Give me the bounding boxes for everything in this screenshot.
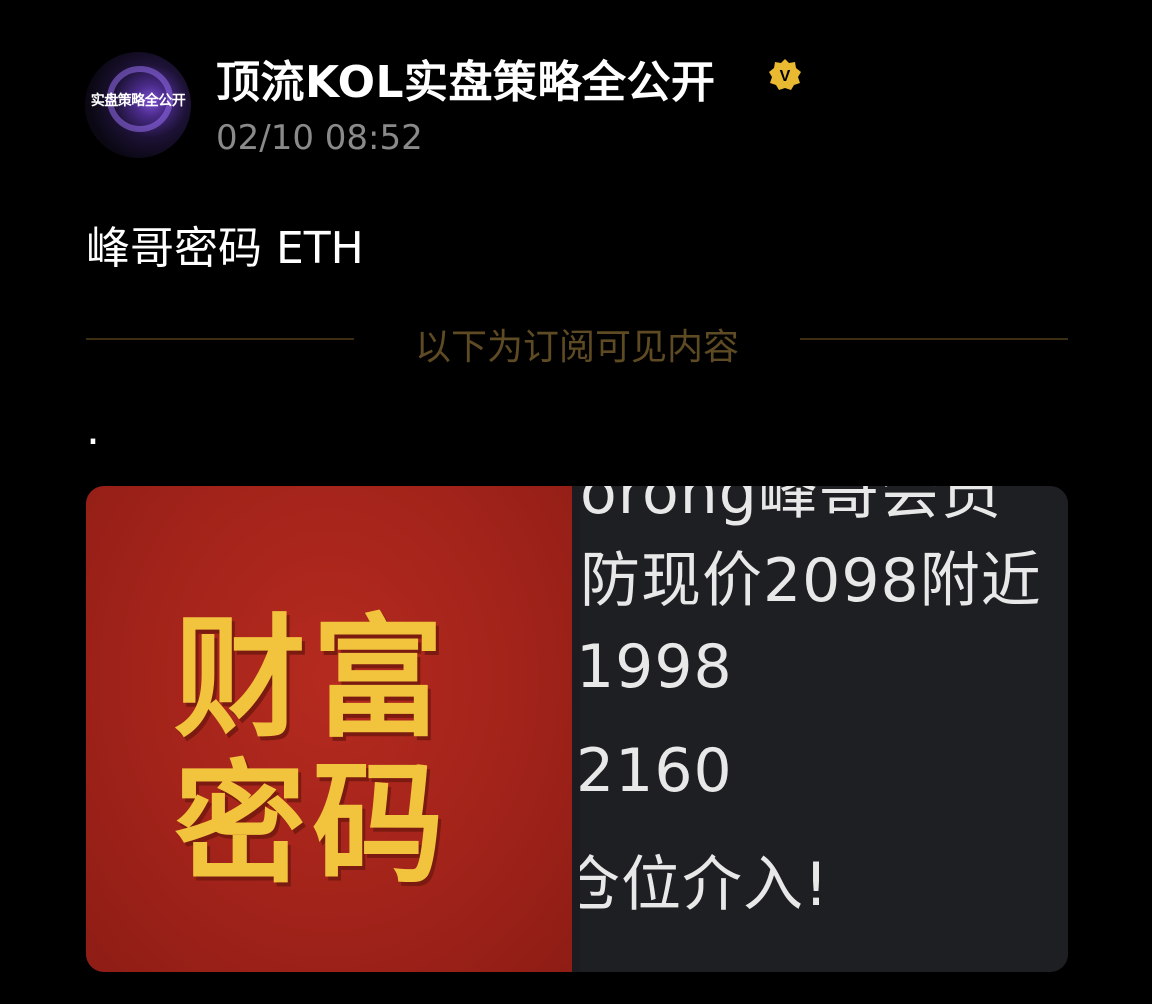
post-title: 峰哥密码 ETH (86, 223, 364, 274)
chat-line: 防现价2098附近 (580, 546, 1042, 616)
verified-badge-letter: V (780, 68, 791, 85)
post-detail: 实盘策略全公开 顶流KOL实盘策略全公开 V 02/10 08:52 峰哥密码 … (0, 0, 1152, 1004)
post-body-text: . (86, 404, 100, 455)
chat-screenshot-panel: orong峰哥会员 防现价2098附近 1998 2160 仓位介入! (580, 486, 1068, 972)
verified-badge-icon: V (769, 59, 801, 90)
divider-line-left (86, 338, 354, 340)
author-name[interactable]: 顶流KOL实盘策略全公开 (216, 46, 716, 110)
post-image[interactable]: 财富 密码 orong峰哥会员 防现价2098附近 1998 2160 仓位介入… (86, 486, 1068, 972)
divider-line-right (800, 338, 1068, 340)
chat-line: 1998 (580, 632, 733, 702)
post-timestamp: 02/10 08:52 (216, 118, 423, 158)
poster-panel: 财富 密码 (86, 486, 572, 972)
chat-line: 2160 (580, 736, 733, 806)
subscriber-content-divider: 以下为订阅可见内容 (414, 327, 739, 368)
chat-line: orong峰哥会员 (580, 486, 1002, 528)
poster-text-line-2: 密码 (174, 747, 450, 902)
chat-line: 仓位介入! (580, 850, 830, 920)
avatar-text: 实盘策略全公开 (90, 93, 186, 109)
author-avatar[interactable]: 实盘策略全公开 (85, 52, 191, 158)
